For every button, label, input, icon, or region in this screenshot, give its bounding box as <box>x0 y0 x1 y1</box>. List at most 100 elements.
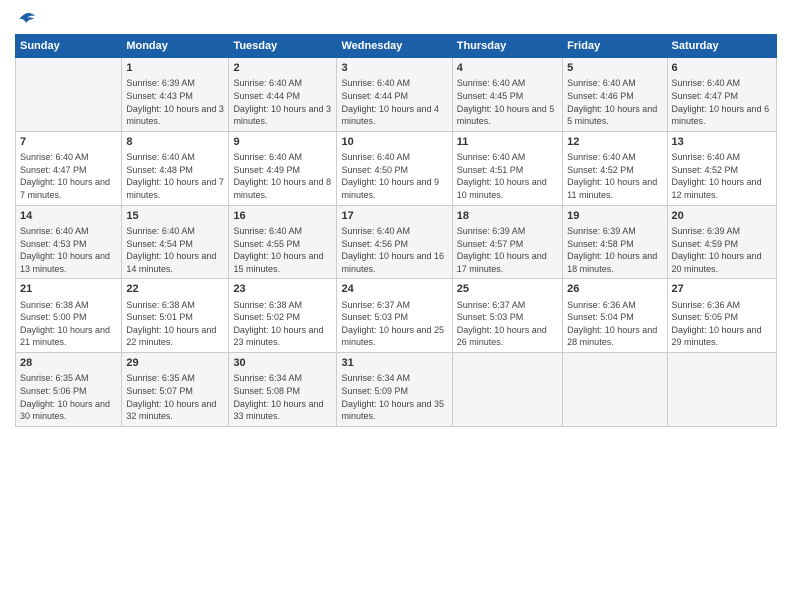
day-header-wednesday: Wednesday <box>337 35 452 58</box>
week-row-3: 14Sunrise: 6:40 AMSunset: 4:53 PMDayligh… <box>16 205 777 279</box>
cell-info: Sunrise: 6:40 AMSunset: 4:51 PMDaylight:… <box>457 151 558 201</box>
date-number: 24 <box>341 282 447 297</box>
cell-info: Sunrise: 6:40 AMSunset: 4:45 PMDaylight:… <box>457 77 558 127</box>
cell-info: Sunrise: 6:40 AMSunset: 4:47 PMDaylight:… <box>672 77 772 127</box>
calendar-cell: 4Sunrise: 6:40 AMSunset: 4:45 PMDaylight… <box>452 58 562 132</box>
date-number: 22 <box>126 282 224 297</box>
cell-info: Sunrise: 6:40 AMSunset: 4:49 PMDaylight:… <box>233 151 332 201</box>
date-number: 13 <box>672 135 772 150</box>
cell-info: Sunrise: 6:35 AMSunset: 5:06 PMDaylight:… <box>20 372 117 422</box>
cell-info: Sunrise: 6:38 AMSunset: 5:02 PMDaylight:… <box>233 299 332 349</box>
cell-info: Sunrise: 6:36 AMSunset: 5:05 PMDaylight:… <box>672 299 772 349</box>
calendar-cell: 15Sunrise: 6:40 AMSunset: 4:54 PMDayligh… <box>122 205 229 279</box>
date-number: 12 <box>567 135 662 150</box>
logo <box>15 14 39 28</box>
calendar-cell: 7Sunrise: 6:40 AMSunset: 4:47 PMDaylight… <box>16 131 122 205</box>
calendar-cell: 14Sunrise: 6:40 AMSunset: 4:53 PMDayligh… <box>16 205 122 279</box>
cell-info: Sunrise: 6:40 AMSunset: 4:56 PMDaylight:… <box>341 225 447 275</box>
day-header-tuesday: Tuesday <box>229 35 337 58</box>
date-number: 21 <box>20 282 117 297</box>
cell-info: Sunrise: 6:40 AMSunset: 4:44 PMDaylight:… <box>233 77 332 127</box>
date-number: 14 <box>20 209 117 224</box>
date-number: 1 <box>126 61 224 76</box>
cell-info: Sunrise: 6:40 AMSunset: 4:55 PMDaylight:… <box>233 225 332 275</box>
header <box>15 10 777 28</box>
cell-info: Sunrise: 6:40 AMSunset: 4:46 PMDaylight:… <box>567 77 662 127</box>
date-number: 17 <box>341 209 447 224</box>
calendar-cell: 2Sunrise: 6:40 AMSunset: 4:44 PMDaylight… <box>229 58 337 132</box>
cell-info: Sunrise: 6:39 AMSunset: 4:57 PMDaylight:… <box>457 225 558 275</box>
cell-info: Sunrise: 6:34 AMSunset: 5:08 PMDaylight:… <box>233 372 332 422</box>
cell-info: Sunrise: 6:38 AMSunset: 5:00 PMDaylight:… <box>20 299 117 349</box>
date-number: 19 <box>567 209 662 224</box>
cell-info: Sunrise: 6:34 AMSunset: 5:09 PMDaylight:… <box>341 372 447 422</box>
cell-info: Sunrise: 6:40 AMSunset: 4:52 PMDaylight:… <box>567 151 662 201</box>
calendar-cell: 30Sunrise: 6:34 AMSunset: 5:08 PMDayligh… <box>229 353 337 427</box>
cell-info: Sunrise: 6:40 AMSunset: 4:50 PMDaylight:… <box>341 151 447 201</box>
cell-info: Sunrise: 6:39 AMSunset: 4:43 PMDaylight:… <box>126 77 224 127</box>
calendar-cell: 8Sunrise: 6:40 AMSunset: 4:48 PMDaylight… <box>122 131 229 205</box>
day-header-friday: Friday <box>563 35 667 58</box>
calendar-cell: 9Sunrise: 6:40 AMSunset: 4:49 PMDaylight… <box>229 131 337 205</box>
date-number: 31 <box>341 356 447 371</box>
date-number: 15 <box>126 209 224 224</box>
cell-info: Sunrise: 6:40 AMSunset: 4:48 PMDaylight:… <box>126 151 224 201</box>
page-container: SundayMondayTuesdayWednesdayThursdayFrid… <box>0 0 792 437</box>
calendar-cell: 22 Sunrise: 6:38 AMSunset: 5:01 PMDayligh… <box>122 279 229 353</box>
day-header-saturday: Saturday <box>667 35 776 58</box>
header-row: SundayMondayTuesdayWednesdayThursdayFrid… <box>16 35 777 58</box>
calendar-cell: 25Sunrise: 6:37 AMSunset: 5:03 PMDayligh… <box>452 279 562 353</box>
date-number: 20 <box>672 209 772 224</box>
calendar-cell <box>667 353 776 427</box>
day-header-monday: Monday <box>122 35 229 58</box>
date-number: 30 <box>233 356 332 371</box>
calendar-cell: 16Sunrise: 6:40 AMSunset: 4:55 PMDayligh… <box>229 205 337 279</box>
date-number: 11 <box>457 135 558 150</box>
date-number: 6 <box>672 61 772 76</box>
calendar-cell: 10Sunrise: 6:40 AMSunset: 4:50 PMDayligh… <box>337 131 452 205</box>
calendar-cell: 1Sunrise: 6:39 AMSunset: 4:43 PMDaylight… <box>122 58 229 132</box>
cell-info: Sunrise: 6:39 AMSunset: 4:58 PMDaylight:… <box>567 225 662 275</box>
week-row-4: 21 Sunrise: 6:38 AMSunset: 5:00 PMDayligh… <box>16 279 777 353</box>
day-header-sunday: Sunday <box>16 35 122 58</box>
cell-info: Sunrise: 6:40 AMSunset: 4:52 PMDaylight:… <box>672 151 772 201</box>
date-number: 26 <box>567 282 662 297</box>
week-row-1: 1Sunrise: 6:39 AMSunset: 4:43 PMDaylight… <box>16 58 777 132</box>
date-number: 16 <box>233 209 332 224</box>
date-number: 27 <box>672 282 772 297</box>
calendar-cell: 26 Sunrise: 6:36 AMSunset: 5:04 PMDayligh… <box>563 279 667 353</box>
date-number: 25 <box>457 282 558 297</box>
calendar-cell: 28Sunrise: 6:35 AMSunset: 5:06 PMDayligh… <box>16 353 122 427</box>
date-number: 7 <box>20 135 117 150</box>
cell-info: Sunrise: 6:38 AMSunset: 5:01 PMDaylight:… <box>126 299 224 349</box>
calendar-cell: 23Sunrise: 6:38 AMSunset: 5:02 PMDayligh… <box>229 279 337 353</box>
calendar-cell: 24 Sunrise: 6:37 AMSunset: 5:03 PMDayligh… <box>337 279 452 353</box>
calendar-cell: 27 Sunrise: 6:36 AMSunset: 5:05 PMDayligh… <box>667 279 776 353</box>
date-number: 2 <box>233 61 332 76</box>
date-number: 4 <box>457 61 558 76</box>
date-number: 29 <box>126 356 224 371</box>
cell-info: Sunrise: 6:39 AMSunset: 4:59 PMDaylight:… <box>672 225 772 275</box>
calendar-cell: 11Sunrise: 6:40 AMSunset: 4:51 PMDayligh… <box>452 131 562 205</box>
calendar-cell <box>452 353 562 427</box>
logo-bird-icon <box>17 12 39 30</box>
day-header-thursday: Thursday <box>452 35 562 58</box>
date-number: 18 <box>457 209 558 224</box>
week-row-2: 7Sunrise: 6:40 AMSunset: 4:47 PMDaylight… <box>16 131 777 205</box>
cell-info: Sunrise: 6:40 AMSunset: 4:44 PMDaylight:… <box>341 77 447 127</box>
cell-info: Sunrise: 6:36 AMSunset: 5:04 PMDaylight:… <box>567 299 662 349</box>
calendar-cell: 6Sunrise: 6:40 AMSunset: 4:47 PMDaylight… <box>667 58 776 132</box>
cell-info: Sunrise: 6:40 AMSunset: 4:47 PMDaylight:… <box>20 151 117 201</box>
cell-info: Sunrise: 6:40 AMSunset: 4:53 PMDaylight:… <box>20 225 117 275</box>
date-number: 8 <box>126 135 224 150</box>
calendar-cell: 3Sunrise: 6:40 AMSunset: 4:44 PMDaylight… <box>337 58 452 132</box>
calendar-cell: 20Sunrise: 6:39 AMSunset: 4:59 PMDayligh… <box>667 205 776 279</box>
date-number: 28 <box>20 356 117 371</box>
cell-info: Sunrise: 6:37 AMSunset: 5:03 PMDaylight:… <box>341 299 447 349</box>
calendar-cell: 12Sunrise: 6:40 AMSunset: 4:52 PMDayligh… <box>563 131 667 205</box>
date-number: 5 <box>567 61 662 76</box>
calendar-cell: 31Sunrise: 6:34 AMSunset: 5:09 PMDayligh… <box>337 353 452 427</box>
calendar-cell <box>16 58 122 132</box>
cell-info: Sunrise: 6:35 AMSunset: 5:07 PMDaylight:… <box>126 372 224 422</box>
date-number: 3 <box>341 61 447 76</box>
